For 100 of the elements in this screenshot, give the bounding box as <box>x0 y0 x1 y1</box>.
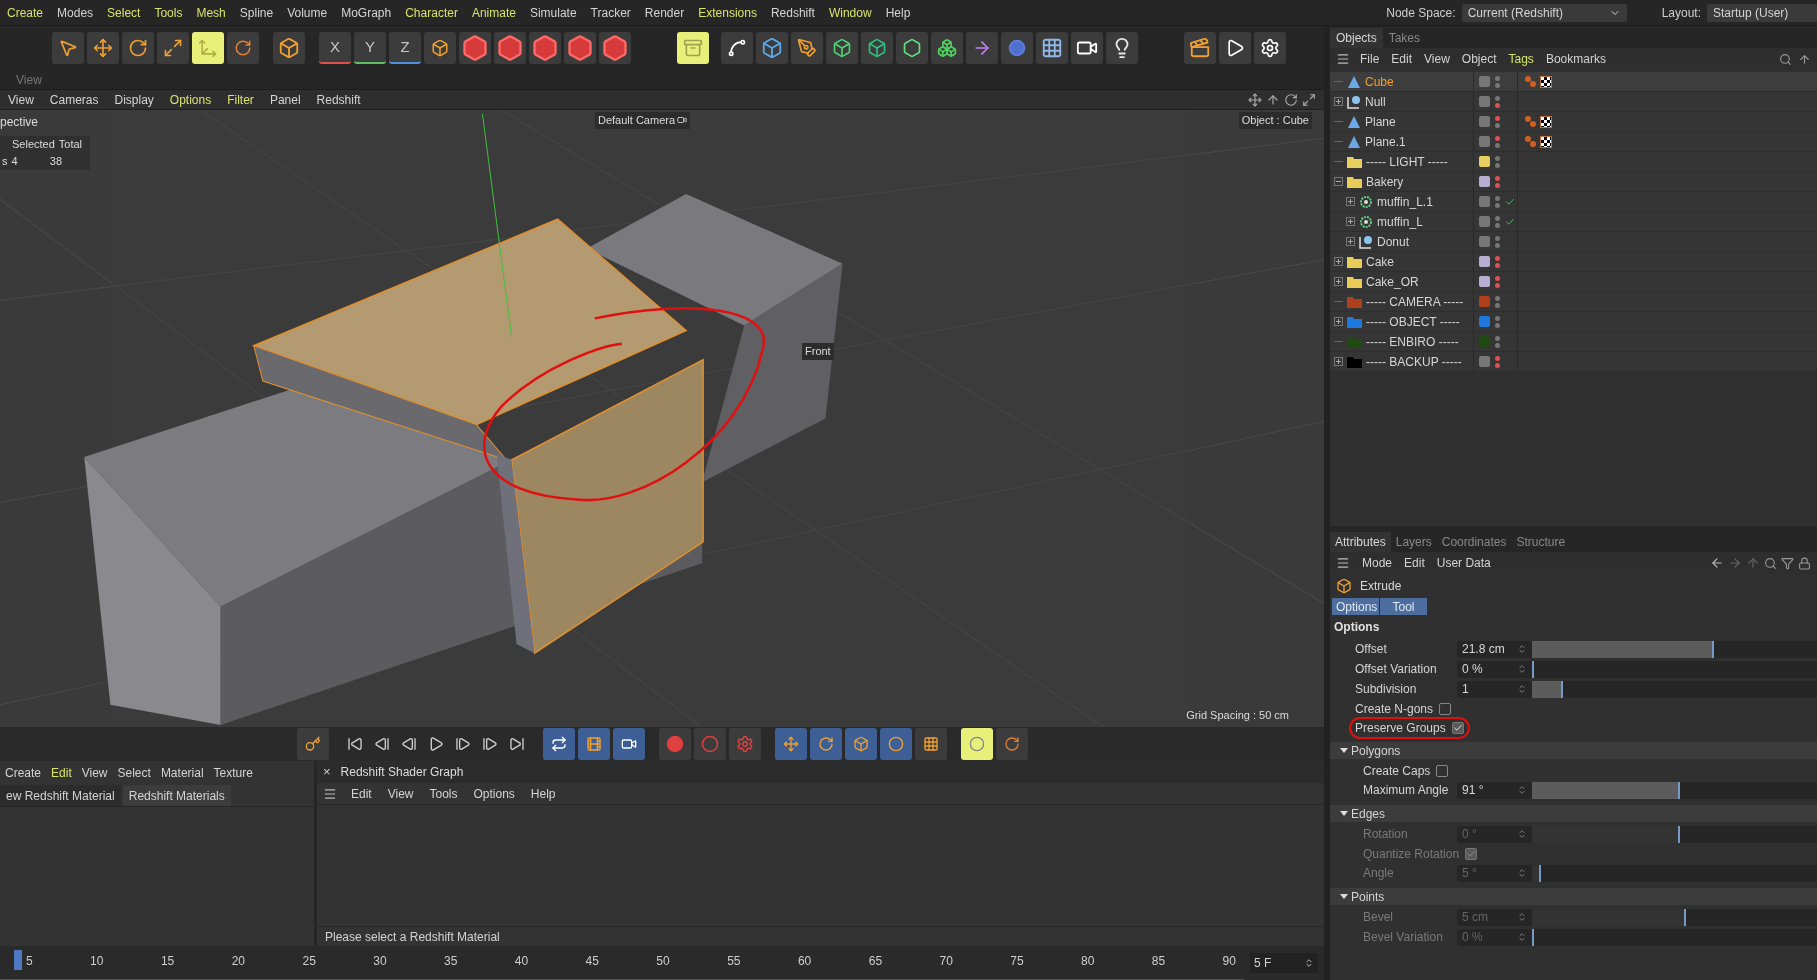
object-row[interactable]: muffin_L <box>1330 212 1817 232</box>
menu-item[interactable]: View <box>76 764 113 782</box>
texture-tag-icon[interactable] <box>1540 75 1552 88</box>
menu-item[interactable]: Mode <box>1356 554 1399 572</box>
collapse-icon[interactable] <box>1334 177 1343 186</box>
cube-button[interactable] <box>756 32 788 64</box>
expand-icon[interactable] <box>1334 317 1343 326</box>
menu-item[interactable]: Edit <box>46 764 77 782</box>
frame-field[interactable]: 5 F <box>1250 953 1318 973</box>
menu-item[interactable]: Create <box>0 3 51 22</box>
autokey-button[interactable] <box>693 728 726 760</box>
menu-item[interactable]: MoGraph <box>334 3 399 22</box>
film-button[interactable] <box>577 728 610 760</box>
layer-swatch[interactable] <box>1479 176 1490 187</box>
timeline-ruler[interactable]: 5 10 15 20 25 30 35 40 45 50 55 60 65 70 75 80 85 90 <box>0 946 1244 980</box>
node-space-dropdown[interactable]: Current (Redshift) <box>1461 3 1627 22</box>
menu-item[interactable]: Create <box>0 764 47 782</box>
checkbox[interactable] <box>1451 721 1464 734</box>
object-row[interactable]: Bakery <box>1330 172 1817 192</box>
filter-icon[interactable] <box>1781 556 1794 570</box>
menu-item[interactable]: Animate <box>464 3 523 22</box>
menu-item[interactable]: User Data <box>1430 554 1497 572</box>
layer-swatch[interactable] <box>1479 336 1490 347</box>
object-row[interactable]: Cake_OR <box>1330 272 1817 292</box>
archive-button[interactable] <box>677 32 709 64</box>
menu-item[interactable]: Help <box>878 3 918 22</box>
arrow-up-icon[interactable] <box>1266 92 1280 107</box>
search-icon[interactable] <box>1764 556 1777 570</box>
motion-settings-button[interactable] <box>995 728 1028 760</box>
object-row[interactable]: Plane.1 <box>1330 132 1817 152</box>
motion-button[interactable] <box>960 728 993 760</box>
object-row[interactable]: ----- CAMERA ----- <box>1330 292 1817 312</box>
menu-item[interactable]: Window <box>821 3 879 22</box>
expand-icon[interactable] <box>1334 277 1343 286</box>
sub-tab[interactable]: Options <box>1332 598 1379 615</box>
menu-item[interactable]: Filter <box>219 90 262 109</box>
field-button[interactable] <box>1001 32 1033 64</box>
pan-icon[interactable] <box>1248 92 1262 107</box>
panel-tab[interactable]: Attributes <box>1330 532 1391 552</box>
check-icon[interactable] <box>1505 196 1515 207</box>
light-button[interactable] <box>1106 32 1138 64</box>
pen-button[interactable] <box>791 32 823 64</box>
boxes-button[interactable] <box>931 32 963 64</box>
object-row[interactable]: ----- LIGHT ----- <box>1330 152 1817 172</box>
menu-item[interactable]: Texture <box>208 764 258 782</box>
menu-item[interactable]: Edit <box>1398 554 1431 572</box>
expand-icon[interactable] <box>1334 97 1343 106</box>
number-field[interactable]: 21.8 cm <box>1457 640 1532 658</box>
render-cloud-button[interactable] <box>599 32 631 64</box>
menu-item[interactable]: Object <box>1455 50 1503 68</box>
menu-item[interactable]: Edit <box>1385 50 1419 68</box>
key-points-button[interactable] <box>914 728 947 760</box>
keyset-button[interactable] <box>728 728 761 760</box>
menu-item[interactable]: Edit <box>343 784 380 803</box>
rotate-tool-button[interactable] <box>122 32 154 64</box>
cloner-button[interactable] <box>896 32 928 64</box>
subdivision-button[interactable] <box>826 32 858 64</box>
layout-dropdown[interactable]: Startup (User) <box>1707 3 1817 22</box>
menu-item[interactable]: Select <box>112 764 156 782</box>
rotate-icon[interactable] <box>1284 92 1298 107</box>
select-tool-button[interactable] <box>52 32 84 64</box>
coordinate-system-button[interactable] <box>424 32 456 64</box>
texture-tag-icon[interactable] <box>1540 135 1552 148</box>
menu-item[interactable]: Options <box>161 90 220 109</box>
make-editable-button[interactable] <box>273 32 305 64</box>
extrude-button[interactable] <box>861 32 893 64</box>
menu-item[interactable]: View <box>379 784 422 803</box>
spline-button[interactable] <box>721 32 753 64</box>
scale-tool-button[interactable] <box>157 32 189 64</box>
number-field[interactable]: 0 % <box>1457 660 1532 678</box>
expand-icon[interactable] <box>1346 197 1355 206</box>
object-row[interactable]: ----- OBJECT ----- <box>1330 312 1817 332</box>
axis-lock-button[interactable]: Z <box>389 32 421 64</box>
expand-icon[interactable] <box>1334 357 1343 366</box>
object-row[interactable]: ----- ENBIRO ----- <box>1330 332 1817 352</box>
menu-item[interactable]: File <box>1354 50 1386 68</box>
object-row[interactable]: muffin_L.1 <box>1330 192 1817 212</box>
render-view-button[interactable] <box>459 32 491 64</box>
menu-item[interactable]: Render <box>637 3 692 22</box>
floor-button[interactable] <box>1036 32 1068 64</box>
menu-item[interactable]: Redshift <box>308 90 369 109</box>
menu-item[interactable]: View <box>1418 50 1456 68</box>
maximize-icon[interactable] <box>1302 92 1316 107</box>
arrow-up-icon[interactable] <box>1798 52 1811 66</box>
expand-icon[interactable] <box>1334 257 1343 266</box>
key-param-button[interactable] <box>879 728 912 760</box>
panel-tab[interactable]: Objects <box>1330 28 1383 48</box>
menu-item[interactable]: Tags <box>1502 50 1540 68</box>
render-sphere-button[interactable] <box>564 32 596 64</box>
axis-lock-button[interactable]: Y <box>354 32 386 64</box>
sound-button[interactable] <box>612 728 645 760</box>
object-row[interactable]: Plane <box>1330 112 1817 132</box>
material-button[interactable]: Redshift Materials <box>122 785 231 806</box>
menu-item[interactable]: Character <box>398 3 465 22</box>
key-scale-button[interactable] <box>844 728 877 760</box>
section-header[interactable]: Polygons <box>1330 742 1817 759</box>
layer-swatch[interactable] <box>1479 316 1490 327</box>
section-header[interactable]: Points <box>1330 888 1817 905</box>
render-button[interactable] <box>1219 32 1251 64</box>
object-row[interactable]: Null <box>1330 92 1817 112</box>
